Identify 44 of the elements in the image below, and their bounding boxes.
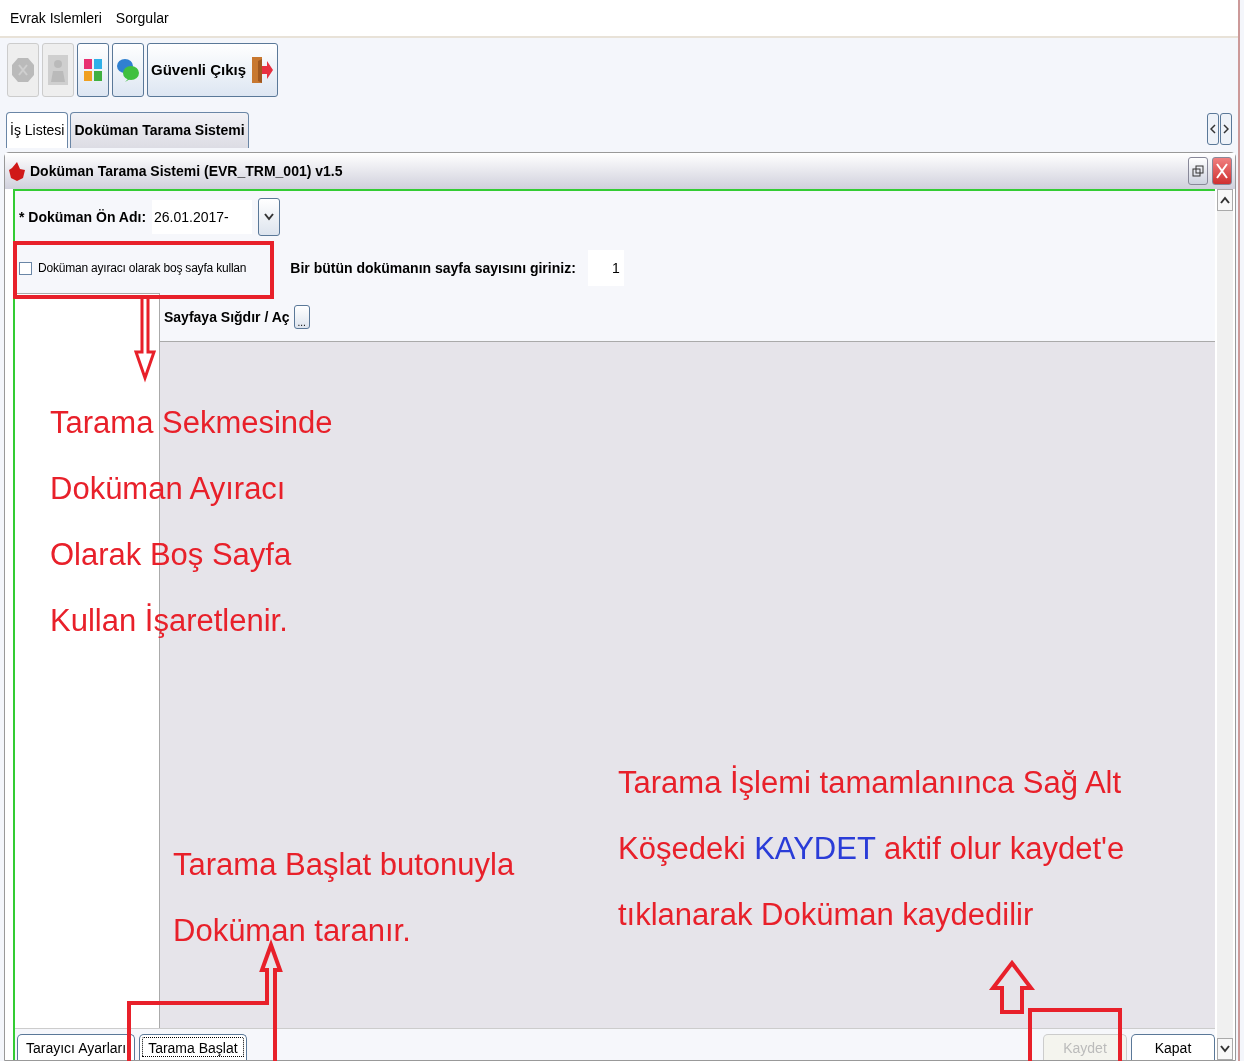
action-button[interactable]: Tarama Başlat	[139, 1034, 247, 1060]
field-label: * Doküman Ön Adı:	[19, 207, 147, 227]
scroll-tabs-right-button[interactable]	[1220, 113, 1232, 145]
annotation-text: Tarama İşlemi tamamlanınca Sağ Alt Köşedeki KAYDET aktif olur kaydet'e tıklanarak Doküman kaydedilir	[618, 764, 1126, 934]
scroll-down-button[interactable]	[1217, 1038, 1233, 1060]
fit-open-button[interactable]: ...	[293, 305, 310, 329]
menu-item[interactable]: Sorgular	[115, 7, 169, 29]
annotation-text: Tarama Başlat butonuyla Doküman taranır.	[173, 846, 516, 950]
checkbox-label[interactable]: Doküman ayıracı olarak boş sayfa kullan	[38, 259, 247, 277]
fit-label: Sayfaya Sığdır / Aç	[164, 307, 290, 327]
tiles-icon	[83, 58, 103, 82]
tab[interactable]: İş Listesi	[6, 112, 69, 148]
toolbar-button[interactable]	[77, 43, 109, 97]
exit-door-icon	[250, 55, 275, 85]
chevron-down-icon	[1220, 1045, 1230, 1053]
restore-icon	[1192, 165, 1204, 177]
field-label: Bir bütün dokümanın sayfa sayısını giriniz:	[290, 258, 576, 278]
chat-bubbles-icon	[116, 57, 140, 83]
close-button[interactable]	[1212, 157, 1232, 185]
restore-button[interactable]	[1188, 157, 1208, 185]
vertical-scrollbar[interactable]	[1217, 189, 1233, 1060]
chevron-up-icon	[1220, 196, 1230, 204]
name-prefix-field[interactable]: 26.01.2017-	[152, 200, 253, 234]
stop-sign-icon	[11, 57, 35, 83]
chevron-right-icon	[1223, 124, 1229, 134]
action-button[interactable]: Tarayıcı Ayarları	[17, 1034, 136, 1060]
dropdown-button[interactable]	[258, 198, 281, 236]
menu-item[interactable]: Evrak Islemleri	[10, 7, 102, 29]
checkbox[interactable]	[19, 261, 32, 275]
scroll-up-button[interactable]	[1217, 189, 1233, 211]
scroll-tabs-left-button[interactable]	[1207, 113, 1219, 145]
close-icon	[1215, 162, 1229, 180]
chevron-down-icon	[264, 213, 275, 221]
app-logo-icon	[8, 160, 26, 182]
tab[interactable]: Doküman Tarama Sistemi	[70, 112, 249, 148]
logout-button[interactable]: Güvenli Çıkış	[147, 43, 279, 97]
chevron-left-icon	[1210, 124, 1216, 134]
window-title: Doküman Tarama Sistemi (EVR_TRM_001) v1.5	[30, 161, 343, 181]
up-arrow	[988, 959, 1036, 1014]
action-button[interactable]: Kapat	[1131, 1034, 1215, 1060]
person-icon	[47, 54, 69, 86]
annotation-text: Tarama Sekmesinde Doküman Ayıracı Olarak Boş Sayfa Kullan İşaretlenir.	[50, 404, 334, 640]
toolbar-button[interactable]	[112, 43, 144, 97]
page-count-field[interactable]: 1	[587, 250, 624, 286]
